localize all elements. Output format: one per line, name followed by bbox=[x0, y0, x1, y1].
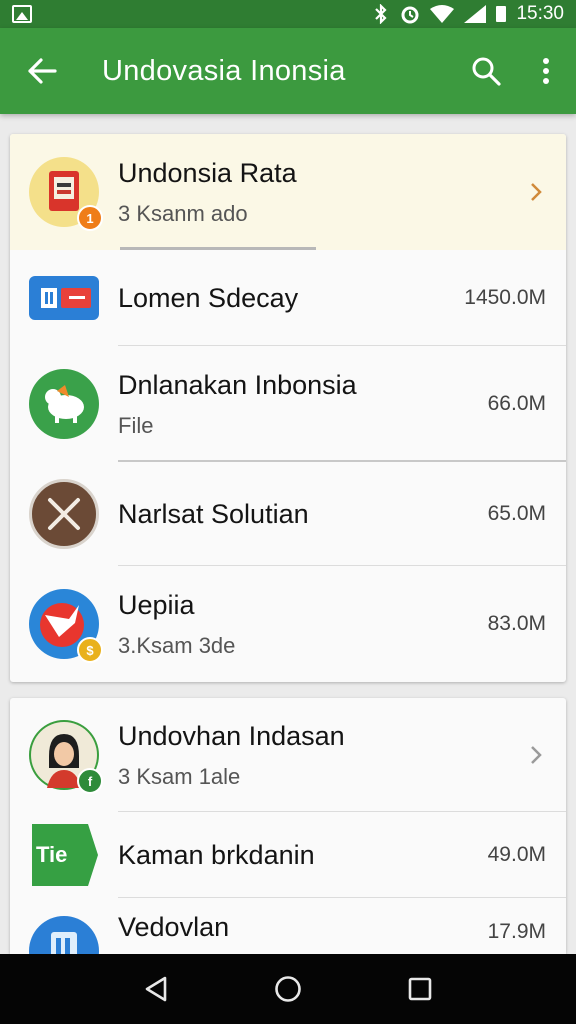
expand-button[interactable] bbox=[506, 744, 566, 766]
page-title: Undovasia Inonsia bbox=[102, 54, 346, 87]
app-size: 1450.0M bbox=[464, 286, 546, 309]
status-time: 15:30 bbox=[516, 3, 564, 24]
app-subtitle: File bbox=[118, 412, 154, 438]
list-item[interactable]: Narlsat Solutian 65.0M bbox=[10, 462, 566, 566]
app-name: Uepiia bbox=[118, 589, 195, 620]
app-name: Dnlanakan Inbonsia bbox=[118, 369, 357, 400]
wifi-icon bbox=[430, 5, 455, 23]
app-subtitle: 3 Ksam 1ale bbox=[118, 763, 241, 789]
app-size: 83.0M bbox=[487, 612, 546, 635]
animal-app-icon bbox=[29, 369, 99, 439]
list-item[interactable]: Lomen Sdecay 1450.0M bbox=[10, 250, 566, 346]
app-name: Undonsia Rata bbox=[118, 157, 297, 188]
app-name: Kaman brkdanin bbox=[118, 839, 315, 870]
book-app-icon: 1 bbox=[29, 157, 103, 231]
tag-app-icon: Tie bbox=[28, 820, 100, 890]
battery-icon bbox=[496, 6, 507, 22]
notification-badge: 1 bbox=[77, 205, 103, 231]
app-name: Undovhan Indasan bbox=[118, 720, 345, 751]
alarm-icon bbox=[401, 6, 419, 24]
app-subtitle: 3 Ksanm ado bbox=[118, 200, 248, 226]
app-list-card-2: f Undovhan Indasan 3 Ksam 1ale Tie Kaman… bbox=[10, 698, 566, 954]
more-vert-icon bbox=[543, 58, 549, 84]
app-bar: Undovasia Inonsia bbox=[0, 28, 576, 114]
triangle-back-icon bbox=[145, 976, 167, 1002]
app-name: Vedovlan bbox=[118, 912, 230, 942]
app-subtitle: 3.Ksam 3de bbox=[118, 632, 236, 658]
app-size: 49.0M bbox=[487, 843, 546, 866]
chevron-right-icon bbox=[531, 746, 542, 764]
bluetooth-icon bbox=[375, 4, 388, 24]
coin-badge-icon: $ bbox=[77, 637, 103, 663]
overflow-menu-button[interactable] bbox=[516, 28, 576, 114]
flag-app-icon bbox=[29, 276, 99, 320]
gallery-notification-icon bbox=[12, 5, 32, 23]
tag-icon-label: Tie bbox=[36, 842, 68, 867]
search-icon bbox=[472, 57, 501, 86]
list-item[interactable]: 1 Undonsia Rata 3 Ksanm ado bbox=[10, 134, 566, 250]
nav-home-button[interactable] bbox=[258, 959, 318, 1019]
list-item[interactable]: f Undovhan Indasan 3 Ksam 1ale bbox=[10, 698, 566, 812]
circle-home-icon bbox=[275, 976, 301, 1002]
app-name: Lomen Sdecay bbox=[118, 282, 299, 313]
facebook-badge-icon: f bbox=[77, 768, 103, 794]
blue-app-icon bbox=[29, 916, 99, 954]
expand-button[interactable] bbox=[506, 181, 566, 203]
chevron-right-icon bbox=[531, 183, 542, 201]
app-name: Narlsat Solutian bbox=[118, 498, 309, 529]
list-item[interactable]: Dnlanakan Inbonsia File 66.0M bbox=[10, 346, 566, 462]
back-button[interactable] bbox=[0, 28, 84, 114]
navigation-bar bbox=[0, 954, 576, 1024]
status-bar: 15:30 bbox=[0, 0, 576, 28]
list-item[interactable]: Vedovlan 17.9M bbox=[10, 898, 566, 954]
search-button[interactable] bbox=[456, 28, 516, 114]
app-size: 65.0M bbox=[487, 502, 546, 525]
bird-app-icon: $ bbox=[29, 589, 103, 663]
list-item[interactable]: $ Uepiia 3.Ksam 3de 83.0M bbox=[10, 566, 566, 682]
arrow-back-icon bbox=[28, 58, 57, 84]
app-list-card-1: 1 Undonsia Rata 3 Ksanm ado Lomen Sdecay… bbox=[10, 134, 566, 682]
cross-app-icon bbox=[29, 479, 99, 549]
person-app-icon: f bbox=[29, 720, 103, 794]
app-size: 17.9M bbox=[487, 920, 546, 943]
nav-back-button[interactable] bbox=[126, 959, 186, 1019]
square-recents-icon bbox=[408, 977, 432, 1001]
list-item[interactable]: Tie Kaman brkdanin 49.0M bbox=[10, 812, 566, 898]
nav-recents-button[interactable] bbox=[390, 959, 450, 1019]
app-size: 66.0M bbox=[487, 392, 546, 415]
signal-icon bbox=[464, 5, 487, 23]
